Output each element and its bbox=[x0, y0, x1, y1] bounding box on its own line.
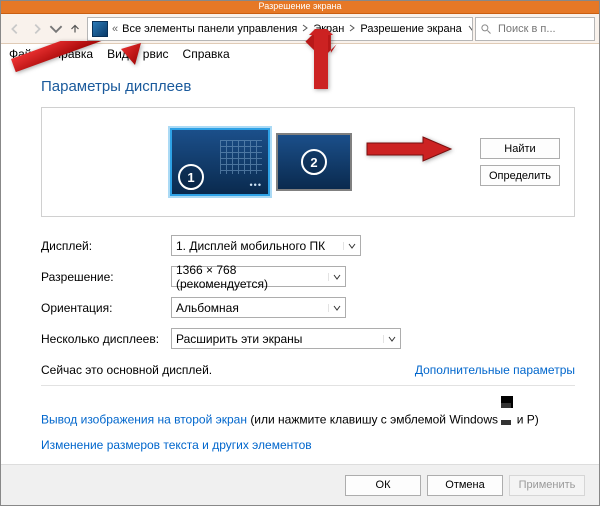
primary-display-text: Сейчас это основной дисплей. bbox=[41, 363, 212, 377]
orientation-select[interactable]: Альбомная bbox=[171, 297, 346, 318]
chevron-down-icon bbox=[343, 242, 360, 250]
control-panel-icon bbox=[92, 21, 108, 37]
cancel-button[interactable]: Отмена bbox=[427, 475, 503, 496]
content-area: Параметры дисплеев 1 ••• 2 Найти Определ… bbox=[1, 64, 599, 480]
apply-button[interactable]: Применить bbox=[509, 475, 585, 496]
arrow-left-icon bbox=[8, 22, 22, 36]
display-label: Дисплей: bbox=[41, 239, 171, 253]
project-link[interactable]: Вывод изображения на второй экран bbox=[41, 412, 247, 426]
chevron-down-icon[interactable] bbox=[466, 23, 473, 35]
titlebar: Разрешение экрана bbox=[1, 1, 599, 14]
monitor-1[interactable]: 1 ••• bbox=[170, 128, 270, 196]
taskbar-dots-icon: ••• bbox=[250, 180, 262, 190]
page-heading: Параметры дисплеев bbox=[41, 78, 575, 95]
nav-forward-button[interactable] bbox=[27, 19, 47, 39]
menu-edit[interactable]: Правка bbox=[53, 47, 94, 61]
project-tail-a: (или нажмите клавишу с эмблемой Windows bbox=[250, 412, 501, 426]
multi-display-select[interactable]: Расширить эти экраны bbox=[171, 328, 401, 349]
nav-history-button[interactable] bbox=[49, 19, 63, 39]
menu-help[interactable]: Справка bbox=[183, 47, 230, 61]
project-tail-b: и P) bbox=[517, 412, 539, 426]
monitor-number: 1 bbox=[178, 164, 204, 190]
display-select[interactable]: 1. Дисплей мобильного ПК bbox=[171, 235, 361, 256]
multi-value: Расширить эти экраны bbox=[176, 332, 302, 346]
divider bbox=[41, 385, 575, 386]
monitor-2[interactable]: 2 bbox=[276, 133, 352, 191]
ok-button[interactable]: ОК bbox=[345, 475, 421, 496]
arrow-right-icon bbox=[30, 22, 44, 36]
preview-buttons: Найти Определить bbox=[480, 138, 574, 186]
chevron-down-icon bbox=[328, 304, 345, 312]
search-input[interactable] bbox=[496, 22, 590, 36]
orientation-label: Ориентация: bbox=[41, 301, 171, 315]
chevron-right-icon bbox=[299, 23, 311, 35]
address-row: « Все элементы панели управления Экран Р… bbox=[1, 14, 599, 44]
search-box[interactable] bbox=[475, 17, 595, 41]
menubar: Файл Правка Вид рвис Справка bbox=[1, 44, 599, 64]
menu-file[interactable]: Файл bbox=[9, 47, 39, 61]
chevron-down-icon bbox=[328, 273, 345, 281]
project-line: Вывод изображения на второй экран (или н… bbox=[41, 396, 575, 429]
search-icon bbox=[480, 23, 492, 35]
detect-button[interactable]: Найти bbox=[480, 138, 560, 159]
nav-back-button[interactable] bbox=[5, 19, 25, 39]
chevron-down-icon bbox=[383, 335, 400, 343]
identify-button[interactable]: Определить bbox=[480, 165, 560, 186]
menu-tools[interactable]: рвис bbox=[143, 47, 169, 61]
breadcrumb-overflow[interactable]: « bbox=[110, 23, 120, 35]
monitor-number: 2 bbox=[301, 149, 327, 175]
text-size-link[interactable]: Изменение размеров текста и других элеме… bbox=[41, 438, 312, 452]
display-preview-panel: 1 ••• 2 Найти Определить bbox=[41, 107, 575, 217]
breadcrumb-item[interactable]: Разрешение экрана bbox=[360, 23, 461, 35]
breadcrumb-item[interactable]: Экран bbox=[313, 23, 344, 35]
breadcrumb-item[interactable]: Все элементы панели управления bbox=[122, 23, 297, 35]
display-value: 1. Дисплей мобильного ПК bbox=[176, 239, 325, 253]
address-bar[interactable]: « Все элементы панели управления Экран Р… bbox=[87, 17, 473, 41]
resolution-select[interactable]: 1366 × 768 (рекомендуется) bbox=[171, 266, 346, 287]
resolution-label: Разрешение: bbox=[41, 270, 171, 284]
chevron-right-icon bbox=[346, 23, 358, 35]
settings-form: Дисплей: 1. Дисплей мобильного ПК Разреш… bbox=[41, 235, 575, 349]
chevron-down-icon bbox=[49, 22, 63, 36]
windows-logo-icon bbox=[501, 396, 513, 408]
monitor-desktop-icon bbox=[220, 140, 262, 174]
advanced-settings-link[interactable]: Дополнительные параметры bbox=[415, 363, 575, 377]
info-row: Сейчас это основной дисплей. Дополнитель… bbox=[41, 363, 575, 377]
orientation-value: Альбомная bbox=[176, 301, 239, 315]
window-title: Разрешение экрана bbox=[259, 1, 342, 11]
display-arrangement[interactable]: 1 ••• 2 bbox=[42, 128, 480, 196]
resolution-value: 1366 × 768 (рекомендуется) bbox=[176, 263, 328, 291]
dialog-buttons: ОК Отмена Применить bbox=[1, 464, 599, 505]
multi-label: Несколько дисплеев: bbox=[41, 332, 171, 346]
menu-view[interactable]: Вид bbox=[107, 47, 129, 61]
arrow-up-icon bbox=[68, 22, 82, 36]
nav-up-button[interactable] bbox=[65, 19, 85, 39]
window-root: Разрешение экрана « Все элементы панели … bbox=[0, 0, 600, 506]
